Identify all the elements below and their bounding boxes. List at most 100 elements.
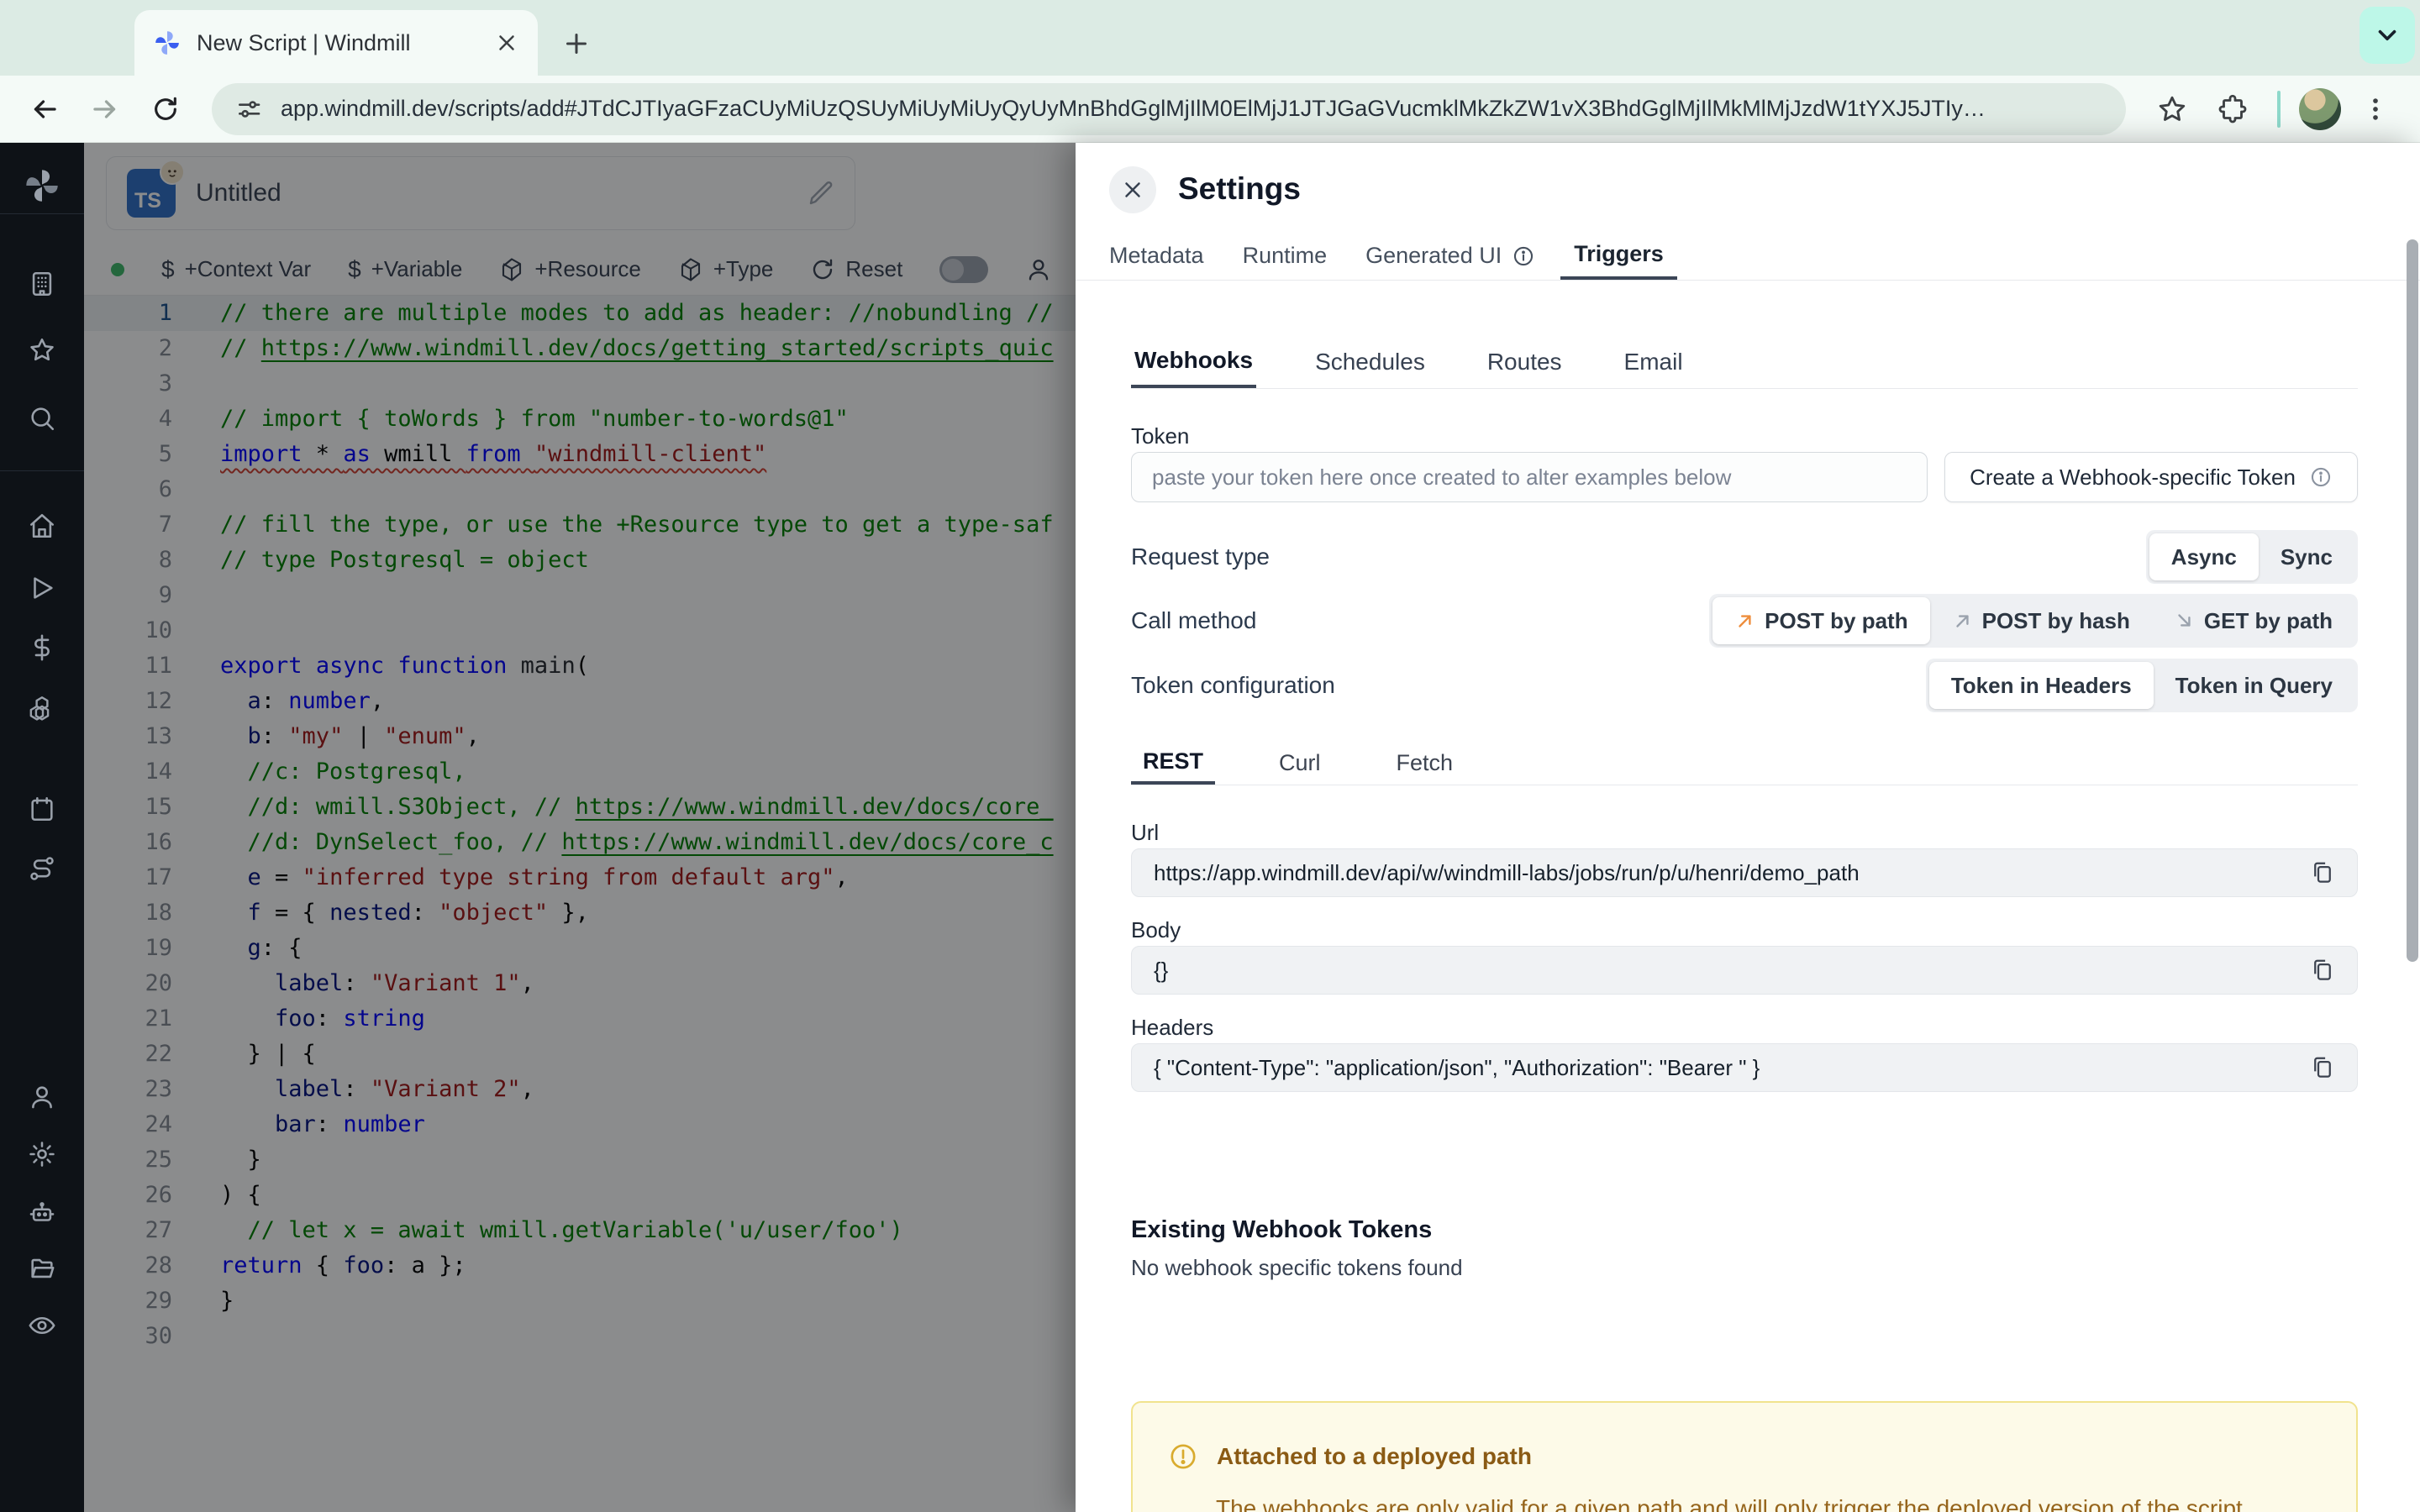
create-webhook-token-button[interactable]: Create a Webhook-specific Token — [1944, 452, 2358, 502]
address-bar[interactable]: app.windmill.dev/scripts/add#JTdCJTIyaGF… — [212, 82, 2126, 135]
tab-triggers-label: Triggers — [1574, 241, 1664, 266]
subtab-routes[interactable]: Routes — [1484, 336, 1565, 388]
tab-rest[interactable]: REST — [1131, 741, 1216, 785]
tab-runtime-label: Runtime — [1242, 243, 1328, 268]
browser-tab-strip: New Script | Windmill — [0, 0, 2420, 76]
call-method-get-by-path-label: GET by path — [2203, 607, 2333, 633]
bookmark-star-icon[interactable] — [2146, 83, 2198, 135]
close-icon[interactable] — [1109, 166, 1156, 213]
subtab-schedules[interactable]: Schedules — [1312, 336, 1428, 388]
tune-icon[interactable] — [235, 96, 262, 123]
user-icon[interactable] — [28, 1083, 56, 1111]
url-label: Url — [1131, 820, 1160, 845]
menu-dots-icon[interactable] — [2349, 83, 2402, 135]
ai-bot-icon[interactable] — [28, 1199, 56, 1227]
settings-drawer: Settings Metadata Runtime Generated UI T… — [1076, 143, 2420, 1512]
call-method-get-by-path[interactable]: GET by path — [2152, 597, 2354, 644]
body-label: Body — [1131, 917, 1181, 942]
request-type-async[interactable]: Async — [2149, 533, 2259, 580]
folders-icon[interactable] — [28, 1254, 56, 1283]
windmill-logo[interactable] — [23, 166, 61, 205]
routes-icon[interactable] — [28, 854, 56, 883]
browser-toolbar: app.windmill.dev/scripts/add#JTdCJTIyaGF… — [0, 76, 2420, 143]
info-icon — [1514, 246, 1534, 265]
settings-tabs: Metadata Runtime Generated UI Triggers — [1076, 232, 2420, 281]
alert-icon — [1171, 1444, 1196, 1469]
tab-triggers[interactable]: Triggers — [1560, 232, 1677, 280]
headers-field[interactable]: { "Content-Type": "application/json", "A… — [1131, 1043, 2358, 1092]
call-method-post-by-path-label: POST by path — [1765, 607, 1908, 633]
token-in-headers[interactable]: Token in Headers — [1928, 662, 2154, 709]
variables-dollar-icon[interactable] — [28, 633, 56, 662]
token-label: Token — [1131, 423, 1190, 449]
tab-generated-ui-label: Generated UI — [1365, 243, 1502, 268]
body-value: {} — [1154, 957, 1169, 983]
url-field[interactable]: https://app.windmill.dev/api/w/windmill-… — [1131, 848, 2358, 897]
extensions-puzzle-icon[interactable] — [2207, 83, 2259, 135]
url-text[interactable]: app.windmill.dev/scripts/add#JTdCJTIyaGF… — [281, 96, 1986, 122]
call-method-post-by-path[interactable]: POST by path — [1712, 597, 1930, 644]
browser-tab[interactable]: New Script | Windmill — [134, 10, 538, 76]
sidebar-divider — [0, 213, 84, 214]
create-webhook-token-label: Create a Webhook-specific Token — [1970, 464, 2296, 490]
warning-body: The webhooks are only valid for a given … — [1216, 1495, 2249, 1512]
app-frame: TS Untitled $ +Context Var $ +Variable +… — [0, 143, 2420, 1512]
trigger-sub-tabs: Webhooks Schedules Routes Email — [1131, 336, 2358, 389]
toolbar-divider — [2277, 90, 2281, 128]
screen: New Script | Windmill app.windmill.dev/s… — [0, 0, 2420, 1512]
request-type-label: Request type — [1131, 543, 1270, 570]
request-type-toggle: Async Sync — [2145, 530, 2358, 584]
reload-icon[interactable] — [139, 83, 192, 135]
request-type-sync[interactable]: Sync — [2259, 533, 2354, 580]
token-config-row: Token configuration Token in Headers Tok… — [1131, 659, 2358, 712]
favorites-star-icon[interactable] — [28, 336, 56, 365]
arrow-up-right-icon — [1955, 615, 1969, 627]
profile-avatar[interactable] — [2299, 87, 2341, 130]
tab-runtime[interactable]: Runtime — [1229, 232, 1341, 280]
new-tab-button[interactable] — [555, 22, 598, 66]
back-icon[interactable] — [18, 83, 71, 135]
deployed-path-warning: Attached to a deployed path The webhooks… — [1131, 1401, 2358, 1512]
forward-icon[interactable] — [79, 83, 131, 135]
copy-icon[interactable] — [2310, 958, 2335, 983]
scrollbar-thumb[interactable] — [2407, 239, 2418, 962]
copy-icon[interactable] — [2310, 1055, 2335, 1080]
subtab-email[interactable]: Email — [1621, 336, 1686, 388]
headers-value: { "Content-Type": "application/json", "A… — [1154, 1054, 1760, 1080]
home-icon[interactable] — [28, 512, 56, 540]
existing-tokens-empty: No webhook specific tokens found — [1131, 1255, 1463, 1280]
tab-metadata[interactable]: Metadata — [1096, 232, 1218, 280]
windmill-favicon — [153, 29, 182, 57]
subtab-webhooks[interactable]: Webhooks — [1131, 336, 1257, 388]
warning-title: Attached to a deployed path — [1217, 1443, 1532, 1469]
existing-tokens-title: Existing Webhook Tokens — [1131, 1216, 1433, 1243]
token-in-query[interactable]: Token in Query — [2154, 662, 2354, 709]
tab-generated-ui[interactable]: Generated UI — [1352, 232, 1549, 280]
call-method-row: Call method POST by path POST by hash GE… — [1131, 594, 2358, 648]
call-method-toggle: POST by path POST by hash GET by path — [1709, 594, 2358, 648]
search-icon[interactable] — [28, 404, 56, 433]
editor-dim-overlay — [84, 143, 1076, 1512]
call-method-post-by-hash[interactable]: POST by hash — [1930, 597, 2152, 644]
sidebar-divider — [0, 470, 84, 471]
copy-icon[interactable] — [2310, 860, 2335, 885]
tab-close-icon[interactable] — [494, 30, 519, 55]
workspace-building-icon[interactable] — [28, 270, 56, 298]
body-field[interactable]: {} — [1131, 946, 2358, 995]
token-input[interactable] — [1131, 452, 1928, 502]
tab-metadata-label: Metadata — [1109, 243, 1204, 268]
resources-boxes-icon[interactable] — [28, 694, 56, 722]
runs-play-icon[interactable] — [28, 574, 56, 602]
token-config-toggle: Token in Headers Token in Query — [1925, 659, 2358, 712]
tab-curl[interactable]: Curl — [1267, 741, 1333, 785]
example-tabs: REST Curl Fetch — [1131, 741, 2358, 785]
audit-eye-icon[interactable] — [28, 1311, 56, 1340]
arrow-up-right-icon — [1739, 615, 1751, 627]
tab-fetch[interactable]: Fetch — [1385, 741, 1465, 785]
tab-title: New Script | Windmill — [197, 29, 411, 55]
tab-list-chevron-button[interactable] — [2360, 7, 2415, 64]
headers-label: Headers — [1131, 1015, 1214, 1040]
settings-gear-icon[interactable] — [28, 1140, 56, 1168]
info-icon — [2311, 467, 2330, 487]
schedules-calendar-icon[interactable] — [28, 795, 56, 823]
